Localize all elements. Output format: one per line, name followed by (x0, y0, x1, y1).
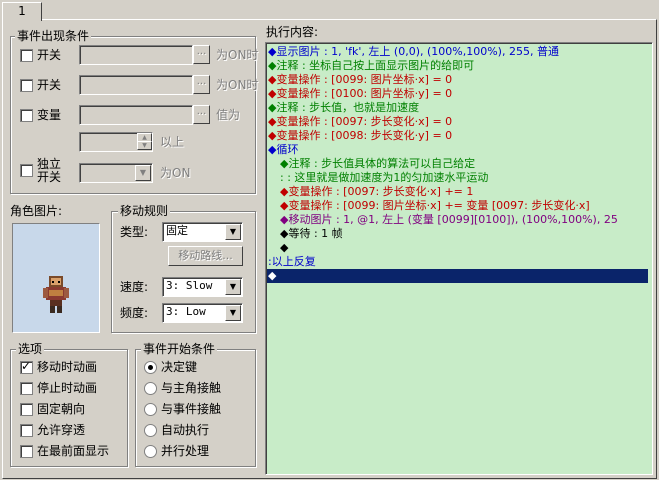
option-label: 在最前面显示 (37, 444, 110, 458)
option-label: 停止时动画 (37, 381, 98, 395)
character-graphic[interactable] (12, 223, 100, 333)
trigger-title: 事件开始条件 (141, 342, 218, 356)
switch1-label: 开关 (37, 48, 62, 62)
trigger-label: 与事件接触 (161, 402, 222, 416)
self-switch-select[interactable]: ▼ (79, 163, 153, 183)
command-row[interactable]: ◆变量操作 : [0098: 步长变化·y] = 0 (268, 129, 452, 143)
frequency-select[interactable]: 3: Low ▼ (162, 303, 243, 323)
trigger-radio[interactable] (144, 424, 157, 437)
variable-suffix: 值为 (216, 108, 241, 122)
spin-down-icon[interactable]: ▼ (137, 141, 152, 150)
switch2-checkbox[interactable] (20, 79, 33, 92)
chevron-down-icon[interactable]: ▼ (225, 305, 241, 321)
option-checkbox[interactable] (20, 382, 33, 395)
trigger-label: 决定键 (161, 360, 198, 374)
trigger-radio[interactable] (144, 403, 157, 416)
command-row[interactable]: ◆变量操作 : [0100: 图片坐标·y] = 0 (268, 87, 452, 101)
trigger-radio[interactable] (144, 382, 157, 395)
movement-type-value: 固定 (166, 224, 188, 237)
chevron-down-icon[interactable]: ▼ (135, 165, 151, 181)
command-row[interactable]: ◆ (268, 269, 276, 283)
move-route-button[interactable]: 移动路线... (168, 246, 243, 266)
command-row[interactable]: ◆注释 : 步长值具体的算法可以自己给定 (280, 157, 475, 171)
character-sprite-icon (43, 276, 69, 313)
chevron-down-icon[interactable]: ▼ (225, 224, 241, 240)
variable-label: 变量 (37, 108, 62, 122)
contents-title: 执行内容: (266, 25, 319, 39)
options-title: 选项 (16, 342, 45, 356)
option-checkbox[interactable] (20, 424, 33, 437)
frequency-label: 频度: (120, 306, 149, 320)
switch1-browse-button[interactable]: ... (193, 45, 210, 64)
trigger-radio[interactable] (144, 445, 157, 458)
self-switch-suffix: 为ON (160, 166, 191, 180)
command-row[interactable]: :以上反复 (268, 255, 316, 269)
switch1-field (79, 45, 193, 65)
command-row[interactable]: ◆变量操作 : [0097: 步长变化·x] += 1 (280, 185, 473, 199)
command-row[interactable]: ◆变量操作 : [0099: 图片坐标·x] = 0 (268, 73, 452, 87)
speed-value: 3: Slow (166, 279, 213, 292)
movement-type-select[interactable]: 固定 ▼ (162, 222, 243, 242)
selected-row-highlight (267, 269, 648, 283)
self-switch-checkbox[interactable] (20, 164, 33, 177)
command-row[interactable]: ◆ (280, 241, 288, 255)
switch2-browse-button[interactable]: ... (193, 75, 210, 94)
frequency-value: 3: Low (166, 305, 206, 318)
command-row[interactable]: ◆等待 : 1 帧 (280, 227, 343, 241)
switch2-suffix: 为ON时 (216, 78, 259, 92)
option-label: 固定朝向 (37, 402, 86, 416)
variable-field (79, 105, 193, 125)
trigger-radio[interactable] (144, 361, 157, 374)
option-label: 移动时动画 (37, 360, 98, 374)
command-row[interactable]: ◆注释 : 步长值，也就是加速度 (268, 101, 419, 115)
option-checkbox[interactable] (20, 445, 33, 458)
self-switch-label-1: 独立 (37, 157, 62, 171)
command-row[interactable]: ◆显示图片 : 1, 'fk', 左上 (0,0), (100%,100%), … (268, 45, 559, 59)
conditions-title: 事件出现条件 (15, 29, 92, 43)
graphic-title: 角色图片: (10, 204, 63, 218)
tab-1[interactable]: 1 (2, 2, 42, 21)
command-row[interactable]: ◆注释 : 坐标自己按上面显示图片的给即可 (268, 59, 474, 73)
trigger-label: 自动执行 (161, 423, 210, 437)
self-switch-label-2: 开关 (37, 170, 62, 184)
switch2-label: 开关 (37, 78, 62, 92)
trigger-label: 与主角接触 (161, 381, 222, 395)
trigger-label: 并行处理 (161, 444, 210, 458)
option-checkbox[interactable] (20, 359, 33, 374)
command-row[interactable]: ◆变量操作 : [0099: 图片坐标·x] += 变量 [0097: 步长变化… (280, 199, 590, 213)
option-label: 允许穿透 (37, 423, 86, 437)
option-checkbox[interactable] (20, 403, 33, 416)
event-commands-list[interactable]: ◆显示图片 : 1, 'fk', 左上 (0,0), (100%,100%), … (265, 42, 653, 475)
command-row[interactable]: : : 这里就是做加速度为1的匀加速水平运动 (280, 171, 488, 185)
variable-checkbox[interactable] (20, 109, 33, 122)
speed-select[interactable]: 3: Slow ▼ (162, 277, 243, 297)
movement-type-label: 类型: (120, 225, 149, 239)
command-row[interactable]: ◆移动图片 : 1, @1, 左上 (变量 [0099][0100]), (10… (280, 213, 618, 227)
switch2-field (79, 75, 193, 95)
speed-label: 速度: (120, 280, 149, 294)
variable-suffix-above: 以上 (160, 135, 185, 149)
switch1-checkbox[interactable] (20, 49, 33, 62)
chevron-down-icon[interactable]: ▼ (225, 279, 241, 295)
command-row[interactable]: ◆变量操作 : [0097: 步长变化·x] = 0 (268, 115, 452, 129)
command-row[interactable]: ◆循环 (268, 143, 298, 157)
switch1-suffix: 为ON时 (216, 48, 259, 62)
movement-title: 移动规则 (118, 204, 171, 218)
variable-browse-button[interactable]: ... (193, 105, 210, 124)
